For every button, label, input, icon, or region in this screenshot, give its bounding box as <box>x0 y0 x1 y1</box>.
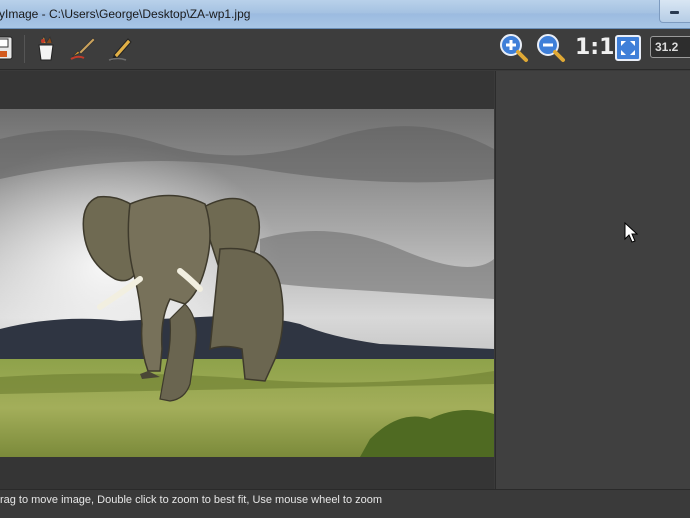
toolbar-separator <box>24 35 25 63</box>
brush-icon <box>70 37 96 60</box>
zoom-level-display[interactable]: 31.2 <box>650 36 690 58</box>
mouse-cursor-icon <box>624 222 638 243</box>
zoom-in-button[interactable] <box>499 33 529 63</box>
toolbar: 1:1 31.2 <box>0 29 690 70</box>
elephant-photo <box>0 109 494 457</box>
zoom-in-icon <box>500 34 528 62</box>
brush-button[interactable] <box>68 33 98 63</box>
image-canvas[interactable] <box>0 71 494 489</box>
paint-bucket-icon <box>38 34 54 61</box>
zoom-out-button[interactable] <box>536 33 566 63</box>
save-icon <box>0 36 13 60</box>
minimize-button[interactable] <box>659 0 690 23</box>
status-text: Drag to move image, Double click to zoom… <box>0 494 383 506</box>
title-bar: MyImage - C:\Users\George\Desktop\ZA-wp1… <box>0 0 690 29</box>
status-bar: Drag to move image, Double click to zoom… <box>0 489 690 512</box>
image-view[interactable] <box>0 109 494 457</box>
fit-screen-button[interactable] <box>613 33 643 63</box>
zoom-out-icon <box>537 34 565 62</box>
actual-size-button[interactable]: 1:1 <box>575 35 614 60</box>
right-panel <box>495 71 690 489</box>
fit-screen-icon <box>615 35 641 61</box>
pen-icon <box>108 38 132 61</box>
pen-button[interactable] <box>106 33 136 63</box>
paint-bucket-button[interactable] <box>31 33 61 63</box>
window-title: MyImage - C:\Users\George\Desktop\ZA-wp1… <box>0 7 251 21</box>
save-button[interactable] <box>0 33 16 63</box>
